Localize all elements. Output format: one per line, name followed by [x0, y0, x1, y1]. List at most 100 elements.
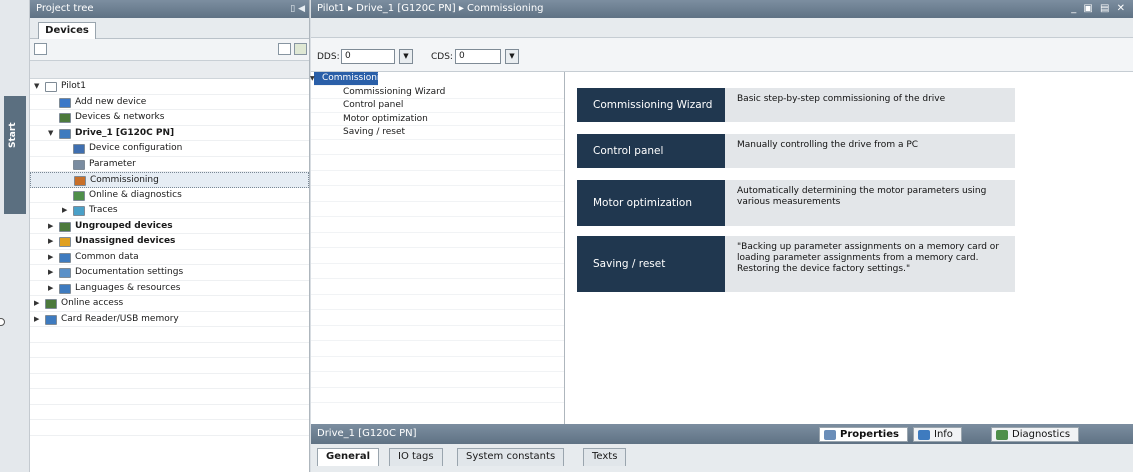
- expand-arrow-icon[interactable]: ▶: [34, 312, 42, 328]
- tree-item-icon: [59, 237, 71, 247]
- tree-header-spacer: [30, 61, 309, 79]
- inspector-tab[interactable]: IO tags: [389, 448, 443, 466]
- dds-dropdown-icon[interactable]: ▼: [399, 49, 413, 64]
- tree-item[interactable]: Devices & networks: [30, 110, 309, 126]
- collapse-arrow-icon[interactable]: ▼: [48, 126, 56, 142]
- breadcrumb: Pilot1 ▸ Drive_1 [G120C PN] ▸ Commission…: [317, 3, 544, 14]
- tile-button[interactable]: Control panel: [577, 134, 725, 168]
- cds-label: CDS:: [431, 52, 453, 62]
- nav-item-label: Motor optimization: [343, 113, 428, 124]
- tree-item-icon: [59, 97, 71, 108]
- nav-item[interactable]: Control panel: [311, 99, 564, 113]
- project-tree-title: Project tree ▯ ◀: [30, 0, 309, 18]
- inspector-tabs: General IO tags System constants Texts: [311, 444, 1133, 472]
- tree-toolbar: [30, 39, 309, 61]
- expand-arrow-icon[interactable]: ▶: [48, 250, 56, 266]
- table-view-icon[interactable]: [278, 43, 291, 55]
- tree-item-icon: [59, 283, 71, 294]
- project-tree-panel: Project tree ▯ ◀ Devices ▼ Pilot1 Add new …: [30, 0, 310, 472]
- tree-item[interactable]: ▶ Common data: [30, 250, 309, 266]
- tree-item[interactable]: ▶ Unassigned devices: [30, 234, 309, 250]
- tree-item[interactable]: Add new device: [30, 95, 309, 110]
- tree-item-icon: [73, 206, 85, 216]
- expand-arrow-icon[interactable]: ▶: [62, 203, 70, 219]
- expand-arrow-icon[interactable]: ▶: [34, 296, 42, 312]
- commissioning-tile: Motor optimization Automatically determin…: [577, 180, 1015, 226]
- tree-empty-row: [30, 420, 309, 436]
- tab-devices[interactable]: Devices: [38, 22, 96, 39]
- tree-item[interactable]: ▶ Documentation settings: [30, 265, 309, 281]
- expand-arrow-icon[interactable]: ▶: [48, 265, 56, 281]
- info-icon: [918, 430, 930, 440]
- properties-label: Properties: [840, 429, 899, 440]
- tree-item[interactable]: ▼ Pilot1: [30, 79, 309, 95]
- start-tab[interactable]: Start: [4, 96, 26, 214]
- tree-item-label: Documentation settings: [75, 267, 184, 277]
- start-tab-label: Start: [8, 122, 18, 148]
- diagnostics-label: Diagnostics: [1012, 429, 1071, 440]
- editor-toolbar-spacer: [311, 18, 1133, 38]
- tree-item-label: Commissioning: [90, 175, 159, 185]
- properties-tab[interactable]: Properties: [819, 427, 908, 442]
- collapse-arrow-icon[interactable]: ▼: [310, 72, 315, 86]
- cds-dropdown-icon[interactable]: ▼: [505, 49, 519, 64]
- diagnostics-tab[interactable]: Diagnostics: [991, 427, 1080, 442]
- nav-item-label: Control panel: [343, 100, 404, 110]
- tree-item[interactable]: ▶ Languages & resources: [30, 281, 309, 297]
- tree-item-icon: [74, 176, 86, 186]
- collapse-panel-icon[interactable]: ▯ ◀: [290, 0, 305, 18]
- start-sidebar: Start: [0, 0, 30, 472]
- nav-item-label: Saving / reset: [343, 127, 406, 137]
- editor-area: Pilot1 ▸ Drive_1 [G120C PN] ▸ Commission…: [310, 0, 1133, 472]
- inspector-title: Drive_1 [G120C PN]: [317, 428, 417, 439]
- tree-item[interactable]: ▶ Traces: [30, 203, 309, 219]
- export-icon[interactable]: [294, 43, 307, 55]
- nav-item[interactable]: Motor optimization: [311, 113, 564, 126]
- inspector-tab[interactable]: General: [317, 448, 379, 466]
- new-folder-icon[interactable]: [34, 43, 47, 55]
- tree-item-label: Online & diagnostics: [89, 189, 182, 200]
- nav-empty-row: [311, 171, 564, 186]
- collapse-arrow-icon[interactable]: ▼: [34, 79, 42, 95]
- nav-empty-row: [311, 357, 564, 372]
- expand-arrow-icon[interactable]: ▶: [48, 234, 56, 250]
- expand-arrow-icon[interactable]: ▶: [48, 219, 56, 235]
- tree-item[interactable]: ▶ Online access: [30, 296, 309, 312]
- tree-item-label: Online access: [61, 298, 124, 308]
- tree-item[interactable]: ▼ Drive_1 [G120C PN]: [30, 126, 309, 142]
- tree-item[interactable]: Online & diagnostics: [30, 188, 309, 203]
- inspector-tab[interactable]: Texts: [583, 448, 627, 466]
- tree-empty-row: [30, 374, 309, 389]
- project-tree: ▼ Pilot1 Add new device Devices & networks ▼…: [30, 79, 309, 436]
- nav-empty-row: [311, 341, 564, 357]
- tree-empty-row: [30, 405, 309, 420]
- tile-button[interactable]: Saving / reset: [577, 236, 725, 292]
- tile-description: Automatically determining the motor para…: [737, 186, 987, 207]
- nav-empty-row: [311, 217, 564, 233]
- cds-select[interactable]: 0: [455, 49, 501, 64]
- tile-button[interactable]: Commissioning Wizard: [577, 88, 725, 122]
- tree-item[interactable]: Parameter: [30, 157, 309, 172]
- inspector-window: Drive_1 [G120C PN] Properties Info Diagn…: [311, 424, 1133, 472]
- tree-item[interactable]: Device configuration: [30, 141, 309, 157]
- tree-item[interactable]: ▶ Card Reader/USB memory: [30, 312, 309, 328]
- tree-item-label: Unassigned devices: [75, 236, 176, 246]
- nav-item[interactable]: Saving / reset: [311, 126, 564, 140]
- dds-select[interactable]: 0: [341, 49, 395, 64]
- inspector-tab[interactable]: System constants: [457, 448, 565, 466]
- nav-empty-row: [311, 248, 564, 264]
- info-tab[interactable]: Info: [913, 427, 962, 442]
- tree-item-label: Device configuration: [89, 143, 183, 153]
- nav-empty-row: [311, 186, 564, 202]
- tia-portal-window: Start Project tree ▯ ◀ Devices ▼ Pilot1 Ad…: [0, 0, 1133, 472]
- editor-title-bar: Pilot1 ▸ Drive_1 [G120C PN] ▸ Commission…: [311, 0, 1133, 18]
- expand-arrow-icon[interactable]: ▶: [48, 281, 56, 297]
- tree-item-icon: [59, 128, 71, 139]
- nav-commissioning-header[interactable]: ▼ Commissioning: [310, 72, 391, 86]
- nav-item[interactable]: Commissioning Wizard: [311, 86, 564, 99]
- tile-button[interactable]: Motor optimization: [577, 180, 725, 226]
- inspector-title-bar: Drive_1 [G120C PN] Properties Info Diagn…: [311, 424, 1133, 444]
- tree-item[interactable]: ▶ Ungrouped devices: [30, 219, 309, 235]
- window-controls[interactable]: _ ▣ ▤ ✕: [1071, 0, 1127, 18]
- tree-item[interactable]: Commissioning: [30, 172, 309, 188]
